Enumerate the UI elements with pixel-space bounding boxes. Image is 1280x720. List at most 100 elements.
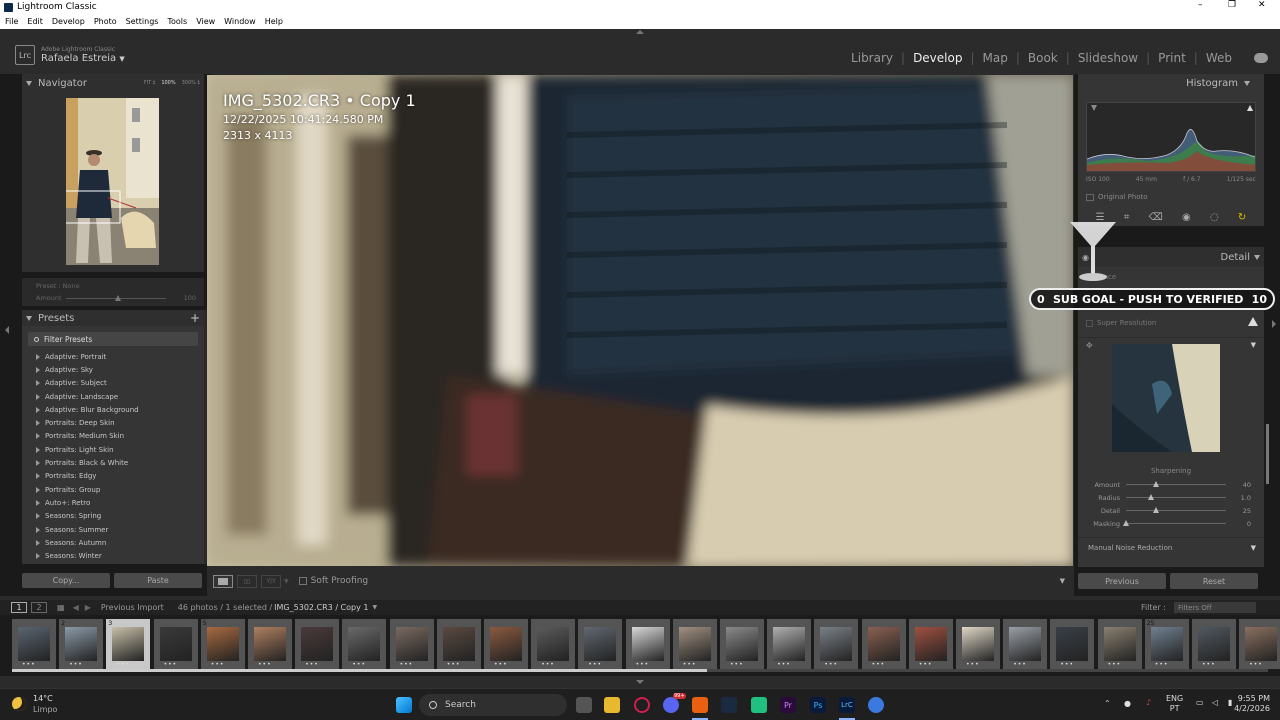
presets-header[interactable]: Presets +	[22, 310, 204, 326]
preset-group[interactable]: Adaptive: Portrait	[36, 350, 139, 363]
language-indicator[interactable]: ENG PT	[1166, 694, 1183, 714]
preset-group[interactable]: Portraits: Edgy	[36, 470, 139, 483]
windows-start-icon[interactable]	[396, 697, 412, 713]
app-icon-orange[interactable]	[692, 697, 708, 713]
filmstrip-thumbnail[interactable]: •••	[1050, 619, 1095, 669]
filmstrip-thumbnail[interactable]: 2 •••	[59, 619, 104, 669]
volume-icon[interactable]: ◁	[1212, 698, 1218, 707]
reset-button[interactable]: Reset	[1170, 573, 1258, 589]
filmstrip-thumbnail[interactable]: •••	[1239, 619, 1280, 669]
menu-edit[interactable]: Edit	[27, 17, 43, 26]
manual-noise-reduction-label[interactable]: Manual Noise Reduction	[1088, 544, 1172, 552]
right-panel-scrollbar[interactable]	[1266, 424, 1269, 484]
copy-button[interactable]: Copy...	[22, 573, 110, 588]
menu-settings[interactable]: Settings	[126, 17, 159, 26]
preset-group[interactable]: Portraits: Medium Skin	[36, 430, 139, 443]
discord-icon[interactable]	[663, 697, 679, 713]
crop-icon[interactable]: ⌗	[1124, 212, 1130, 223]
paste-button[interactable]: Paste	[114, 573, 202, 588]
filmstrip-thumbnail[interactable]: •••	[1097, 619, 1142, 669]
filmstrip-thumbnail[interactable]: •••	[720, 619, 764, 669]
navigator-header[interactable]: Navigator FIT ‡ 100% 300% ‡	[22, 74, 204, 92]
navigator-thumbnail[interactable]	[66, 98, 159, 265]
opera-icon[interactable]	[634, 697, 650, 713]
app-icon-blue[interactable]	[868, 697, 884, 713]
menu-window[interactable]: Window	[224, 17, 256, 26]
clock[interactable]: 9:55 PM 4/2/2026	[1234, 694, 1270, 714]
preset-group[interactable]: Adaptive: Subject	[36, 377, 139, 390]
add-preset-button[interactable]: +	[190, 311, 200, 325]
amount-slider-knob[interactable]	[115, 295, 121, 301]
detail-slider[interactable]: Detail 25	[1086, 505, 1261, 516]
premiere-icon[interactable]: Pr	[780, 697, 796, 713]
filmstrip-scrollbar[interactable]	[12, 669, 1268, 672]
battery-icon[interactable]: ▮	[1228, 698, 1232, 707]
network-icon[interactable]: ▭	[1196, 698, 1204, 707]
preset-group[interactable]: Adaptive: Blur Background	[36, 403, 139, 416]
original-photo-checkbox[interactable]	[1086, 193, 1094, 201]
filmstrip-scroll-thumb[interactable]	[12, 669, 707, 672]
filmstrip-thumbnail[interactable]: •••	[342, 619, 387, 669]
photoshop-icon[interactable]: Ps	[810, 697, 826, 713]
menu-file[interactable]: File	[5, 17, 18, 26]
filmstrip-thumbnail[interactable]: •••	[672, 619, 717, 669]
cloud-sync-icon[interactable]	[1254, 53, 1268, 63]
filmstrip-thumbnail[interactable]: •••	[12, 619, 56, 669]
module-library[interactable]: Library	[851, 51, 893, 65]
user-name[interactable]: Rafaela Estreia	[41, 53, 116, 64]
preset-group[interactable]: Adaptive: Landscape	[36, 390, 139, 403]
slider-knob[interactable]	[1153, 481, 1159, 487]
noise-collapse-icon[interactable]: ▼	[1251, 544, 1256, 552]
preset-group[interactable]: Portraits: Light Skin	[36, 443, 139, 456]
radius-slider[interactable]: Radius 1.0	[1086, 492, 1261, 503]
task-view-icon[interactable]	[576, 697, 592, 713]
loupe-view-icon[interactable]	[213, 574, 233, 588]
user-dropdown-icon[interactable]: ▼	[119, 55, 124, 63]
filmstrip-thumbnail[interactable]: 25 •••	[1144, 619, 1189, 669]
slider-knob[interactable]	[1153, 507, 1159, 513]
preset-group[interactable]: Portraits: Deep Skin	[36, 416, 139, 429]
filmstrip-thumbnail[interactable]: •••	[436, 619, 481, 669]
previous-button[interactable]: Previous	[1078, 573, 1166, 589]
filmstrip-thumbnail[interactable]: •••	[767, 619, 812, 669]
primary-window-button[interactable]: 1	[11, 602, 27, 613]
back-arrow-icon[interactable]: ◀	[73, 603, 79, 612]
forward-arrow-icon[interactable]: ▶	[85, 603, 91, 612]
microphone-icon[interactable]: ♪	[1146, 698, 1151, 707]
weather-condition[interactable]: Limpo	[33, 705, 57, 714]
filmstrip-thumbnail[interactable]: 3 •••	[106, 619, 151, 669]
filmstrip-thumbnail[interactable]: •••	[861, 619, 906, 669]
source-label[interactable]: Previous Import	[101, 603, 164, 612]
zoom-300[interactable]: 300% ‡	[182, 80, 200, 86]
module-book[interactable]: Book	[1028, 51, 1058, 65]
filmstrip-thumbnail[interactable]: •••	[625, 619, 670, 669]
detail-preview[interactable]	[1112, 344, 1220, 452]
super-resolution-checkbox[interactable]	[1086, 319, 1093, 327]
lightroom-taskbar-icon[interactable]: LrC	[839, 697, 855, 713]
steam-icon[interactable]	[721, 697, 737, 713]
histogram-collapse-icon[interactable]	[1244, 81, 1250, 86]
menu-photo[interactable]: Photo	[94, 17, 117, 26]
sub-goal-overlay[interactable]: 0 SUB GOAL - PUSH TO VERIFIED 10	[1029, 288, 1275, 310]
menu-help[interactable]: Help	[265, 17, 283, 26]
file-dropdown-icon[interactable]: ▼	[372, 604, 377, 611]
filmstrip-thumbnail[interactable]: •••	[578, 619, 623, 669]
zoom-100[interactable]: 100%	[161, 80, 175, 86]
preset-group[interactable]: Portraits: Black & White	[36, 456, 139, 469]
module-map[interactable]: Map	[983, 51, 1008, 65]
bottom-panel-toggle-icon[interactable]	[636, 680, 644, 684]
weather-temp[interactable]: 14°C	[33, 694, 53, 703]
right-panel-collapse-icon[interactable]	[1272, 320, 1276, 328]
minimize-button[interactable]: –	[1198, 0, 1203, 10]
module-develop[interactable]: Develop	[913, 51, 962, 65]
preset-group[interactable]: Auto+: Retro	[36, 496, 139, 509]
close-button[interactable]: ✕	[1258, 0, 1266, 10]
toolbar-menu-icon[interactable]: ▼	[1060, 577, 1065, 585]
menu-develop[interactable]: Develop	[52, 17, 85, 26]
module-web[interactable]: Web	[1206, 51, 1232, 65]
filmstrip-thumbnail[interactable]: •••	[908, 619, 953, 669]
filter-presets-input[interactable]: Filter Presets	[28, 332, 198, 346]
top-panel-toggle-icon[interactable]	[636, 30, 644, 34]
filmstrip-thumbnail[interactable]: •••	[295, 619, 340, 669]
detail-preview-toggle-icon[interactable]: ▼	[1251, 341, 1256, 349]
